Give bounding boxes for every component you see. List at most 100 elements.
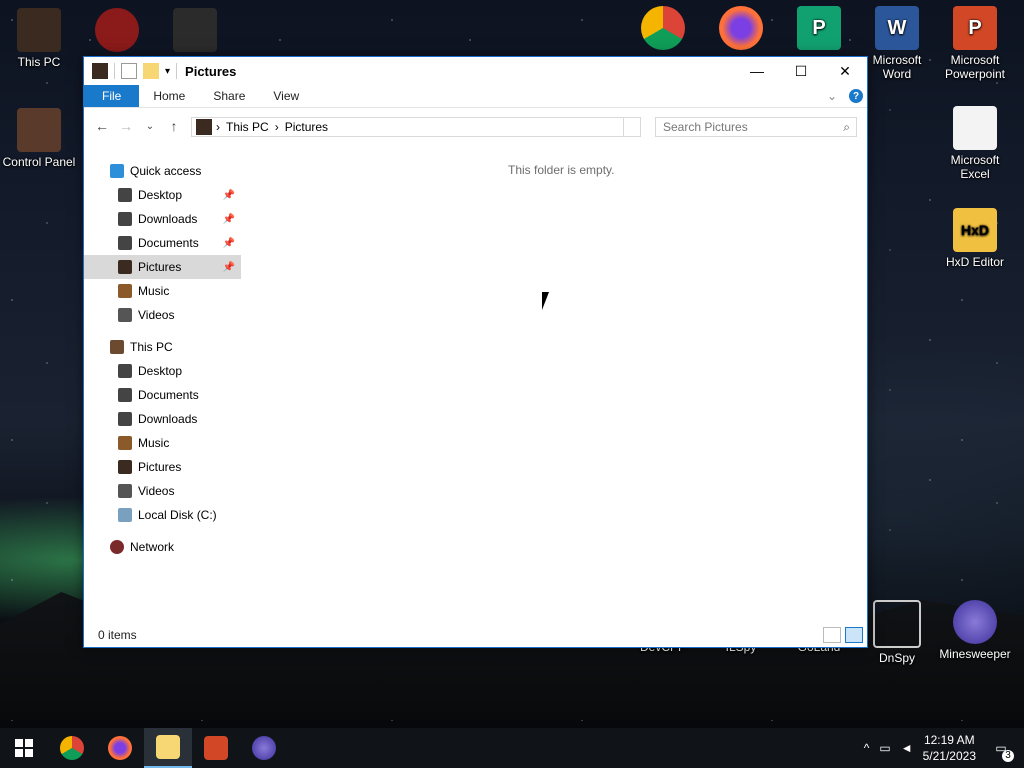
address-bar[interactable]: › This PC › Pictures [191, 117, 641, 137]
desktop-folder-icon [118, 188, 132, 202]
desktop-icon-chrome[interactable] [624, 6, 702, 53]
minimize-button[interactable]: — [735, 57, 779, 85]
breadcrumb-pictures[interactable]: Pictures [285, 120, 328, 134]
chevron-right-icon: › [274, 120, 279, 134]
clock[interactable]: 12:19 AM 5/21/2023 [923, 732, 976, 764]
title-bar[interactable]: ▾ Pictures — ☐ ✕ [84, 57, 867, 85]
desktop-icon-powerpoint[interactable]: P Microsoft Powerpoint [936, 6, 1014, 81]
empty-folder-message: This folder is empty. [508, 163, 615, 177]
view-switcher [823, 627, 867, 643]
desktop-icon-this-pc[interactable]: This PC [0, 8, 78, 69]
up-button[interactable]: ↑ [162, 118, 186, 134]
dnspy-icon [873, 600, 921, 648]
nav-qa-videos[interactable]: Videos [84, 303, 241, 327]
back-button[interactable]: ← [90, 118, 114, 134]
pin-icon: 📌 [222, 189, 235, 201]
tab-share[interactable]: Share [199, 85, 259, 107]
publisher-icon: P [797, 6, 841, 50]
taskbar-powerpoint[interactable] [192, 728, 240, 768]
large-icons-view-icon[interactable] [845, 627, 863, 643]
volume-icon[interactable]: ◄ [901, 741, 913, 755]
breadcrumb-this-pc[interactable]: This PC [226, 120, 269, 134]
chevron-up-icon[interactable]: ^ [864, 741, 870, 755]
nav-pc-music[interactable]: Music [84, 431, 241, 455]
window-title: Pictures [185, 63, 237, 79]
desktop-icon-excel[interactable]: Microsoft Excel [936, 106, 1014, 181]
network-icon[interactable]: ▭ [879, 741, 890, 755]
nav-qa-music[interactable]: Music [84, 279, 241, 303]
powerpoint-icon [204, 736, 228, 760]
file-explorer-icon [156, 735, 180, 759]
nav-qa-documents[interactable]: Documents 📌 [84, 231, 241, 255]
properties-icon[interactable] [121, 63, 137, 79]
nav-label: Downloads [138, 212, 198, 226]
desktop-icon-control-panel[interactable]: Control Panel [0, 108, 78, 169]
taskbar-chrome[interactable] [48, 728, 96, 768]
nav-pc-desktop[interactable]: Desktop [84, 359, 241, 383]
nav-network[interactable]: Network [84, 535, 241, 559]
taskbar-firefox[interactable] [96, 728, 144, 768]
documents-folder-icon [118, 236, 132, 250]
tab-file[interactable]: File [84, 85, 140, 107]
desktop-icon-word[interactable]: W Microsoft Word [858, 6, 936, 81]
help-icon[interactable]: ? [849, 89, 863, 103]
desktop-icon-label: Minesweeper [939, 647, 1011, 661]
separator [114, 63, 115, 79]
maximize-button[interactable]: ☐ [779, 57, 823, 85]
new-folder-icon[interactable] [143, 63, 159, 79]
powerpoint-icon: P [953, 6, 997, 50]
desktop-icon-minesweeper[interactable]: Minesweeper [936, 600, 1014, 661]
network-icon [110, 540, 124, 554]
nav-qa-downloads[interactable]: Downloads 📌 [84, 207, 241, 231]
desktop-icon-app-1[interactable] [78, 8, 156, 55]
start-button[interactable] [0, 728, 48, 768]
nav-pc-videos[interactable]: Videos [84, 479, 241, 503]
file-list-area[interactable]: This folder is empty. [244, 159, 867, 615]
app-icon [173, 8, 217, 52]
nav-this-pc[interactable]: This PC [84, 335, 241, 359]
videos-folder-icon [118, 308, 132, 322]
nav-label: Pictures [138, 460, 182, 474]
minesweeper-icon [252, 736, 276, 760]
nav-pc-documents[interactable]: Documents [84, 383, 241, 407]
close-button[interactable]: ✕ [823, 57, 867, 85]
desktop-icon-firefox[interactable] [702, 6, 780, 53]
address-dropdown-button[interactable] [623, 118, 640, 136]
tab-home[interactable]: Home [139, 85, 199, 107]
nav-label: Network [130, 540, 175, 554]
nav-pc-downloads[interactable]: Downloads [84, 407, 241, 431]
tab-view[interactable]: View [259, 85, 313, 107]
nav-quick-access[interactable]: Quick access [84, 159, 241, 183]
taskbar-minesweeper[interactable] [240, 728, 288, 768]
desktop-icon-hxd[interactable]: HxD HxD Editor [936, 208, 1014, 269]
pin-icon: 📌 [222, 237, 235, 249]
customize-toolbar-icon[interactable]: ▾ [165, 66, 170, 77]
recent-locations-icon[interactable]: ⌄ [138, 121, 162, 132]
desktop-icon-publisher[interactable]: P [780, 6, 858, 53]
nav-pc-local-disk[interactable]: Local Disk (C:) [84, 503, 241, 527]
search-input[interactable]: Search Pictures ⌕ [655, 117, 857, 137]
forward-button[interactable]: → [114, 118, 138, 134]
item-count: 0 items [98, 628, 137, 642]
action-center-button[interactable]: ▭ 3 [986, 728, 1016, 768]
pictures-folder-icon [118, 260, 132, 274]
desktop-icon-label: Microsoft Powerpoint [944, 53, 1006, 81]
desktop-icon-label: HxD Editor [945, 255, 1004, 269]
clock-date: 5/21/2023 [922, 749, 976, 763]
nav-qa-pictures[interactable]: Pictures 📌 [84, 255, 241, 279]
documents-folder-icon [118, 388, 132, 402]
taskbar-file-explorer[interactable] [144, 728, 192, 768]
expand-ribbon-icon[interactable]: ⌄ [827, 89, 837, 103]
nav-qa-desktop[interactable]: Desktop 📌 [84, 183, 241, 207]
clock-time: 12:19 AM [923, 733, 975, 747]
desktop-icon-label: Control Panel [2, 155, 76, 169]
nav-label: Desktop [138, 364, 183, 378]
desktop-icon-app-2[interactable] [156, 8, 234, 55]
minesweeper-icon [953, 600, 997, 644]
excel-icon [953, 106, 997, 150]
status-bar: 0 items [84, 623, 867, 647]
nav-label: Documents [138, 236, 199, 250]
details-view-icon[interactable] [823, 627, 841, 643]
nav-pc-pictures[interactable]: Pictures [84, 455, 241, 479]
desktop-icon-dnspy[interactable]: DnSpy [858, 600, 936, 665]
